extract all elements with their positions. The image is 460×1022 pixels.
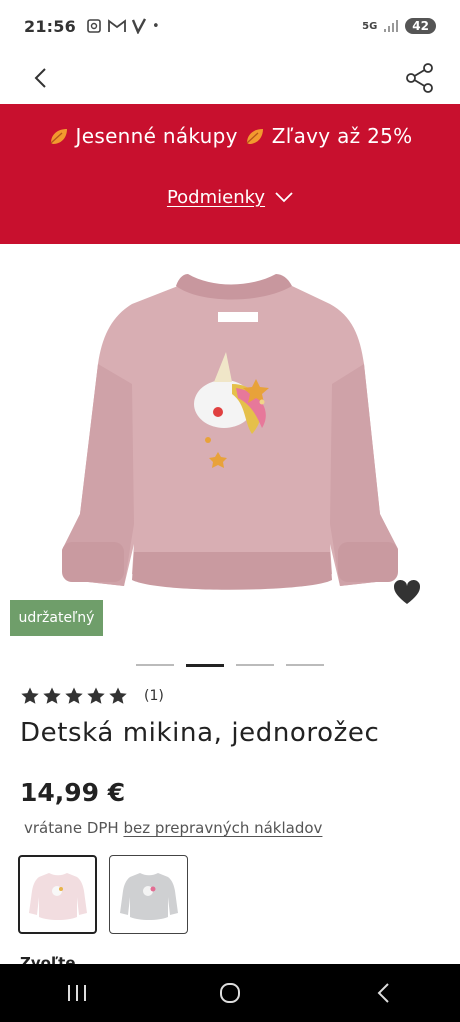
gallery-indicator bbox=[136, 664, 324, 667]
gallery-dot[interactable] bbox=[136, 664, 174, 666]
sustainable-badge: udržateľný bbox=[10, 600, 103, 636]
promo-headline: Jesenné nákupy Zľavy až 25% bbox=[0, 124, 460, 148]
shipping-info-link[interactable]: bez prepravných nákladov bbox=[123, 819, 322, 837]
signal-icon bbox=[384, 20, 399, 32]
battery-indicator: 42 bbox=[405, 18, 436, 34]
gallery-dot[interactable] bbox=[236, 664, 274, 666]
rating-count: (1) bbox=[144, 688, 164, 704]
system-back-button[interactable] bbox=[353, 973, 413, 1013]
status-time: 21:56 bbox=[24, 16, 76, 36]
share-icon bbox=[406, 63, 433, 93]
system-nav-bar bbox=[0, 964, 460, 1022]
autumn-leaf-icon bbox=[50, 129, 67, 144]
product-price: 14,99 € bbox=[20, 778, 126, 807]
autumn-leaf-icon bbox=[246, 129, 263, 144]
wishlist-button[interactable] bbox=[392, 578, 422, 608]
status-bar: 21:56 • 5G 42 bbox=[0, 0, 460, 52]
color-variants bbox=[18, 855, 188, 934]
app-header bbox=[0, 52, 460, 104]
promo-text-1: Jesenné nákupy bbox=[75, 124, 238, 148]
variant-grey[interactable] bbox=[109, 855, 188, 934]
recents-button[interactable] bbox=[47, 973, 107, 1013]
variant-thumbnail-grey bbox=[119, 872, 178, 920]
gmail-icon bbox=[108, 19, 126, 32]
recents-icon bbox=[67, 985, 86, 1001]
back-icon bbox=[377, 983, 390, 1003]
home-button[interactable] bbox=[200, 973, 260, 1013]
promo-banner: Jesenné nákupy Zľavy až 25% Podmienky bbox=[0, 104, 460, 244]
star-icon bbox=[43, 687, 61, 704]
promo-text-2: Zľavy až 25% bbox=[271, 124, 413, 148]
back-button[interactable] bbox=[22, 60, 58, 96]
variant-thumbnail-pink bbox=[28, 872, 87, 920]
gallery-dot[interactable] bbox=[286, 664, 324, 666]
home-icon bbox=[219, 983, 240, 1003]
variant-pink[interactable] bbox=[18, 855, 97, 934]
tax-note: vrátane DPH bez prepravných nákladov bbox=[24, 819, 322, 837]
promo-conditions-toggle[interactable]: Podmienky bbox=[0, 187, 460, 208]
star-icon bbox=[109, 687, 127, 704]
star-icon bbox=[87, 687, 105, 704]
screenshot-icon bbox=[87, 19, 101, 33]
share-button[interactable] bbox=[402, 60, 438, 96]
heart-icon bbox=[393, 579, 421, 604]
star-icon bbox=[21, 687, 39, 704]
status-notification-icons: • bbox=[86, 18, 160, 34]
gallery-dot-active[interactable] bbox=[186, 664, 224, 667]
star-icon bbox=[65, 687, 83, 704]
chevron-left-icon bbox=[34, 68, 46, 88]
network-type: 5G bbox=[362, 20, 378, 32]
tax-included-text: vrátane DPH bbox=[24, 819, 119, 837]
product-image[interactable] bbox=[0, 244, 460, 644]
chevron-down-icon bbox=[275, 192, 293, 203]
status-dot: • bbox=[151, 18, 160, 34]
product-rating[interactable]: (1) bbox=[20, 686, 164, 706]
product-title: Detská mikina, jednorožec bbox=[20, 718, 380, 748]
v-app-icon bbox=[131, 18, 146, 34]
promo-conditions-label: Podmienky bbox=[166, 187, 266, 208]
